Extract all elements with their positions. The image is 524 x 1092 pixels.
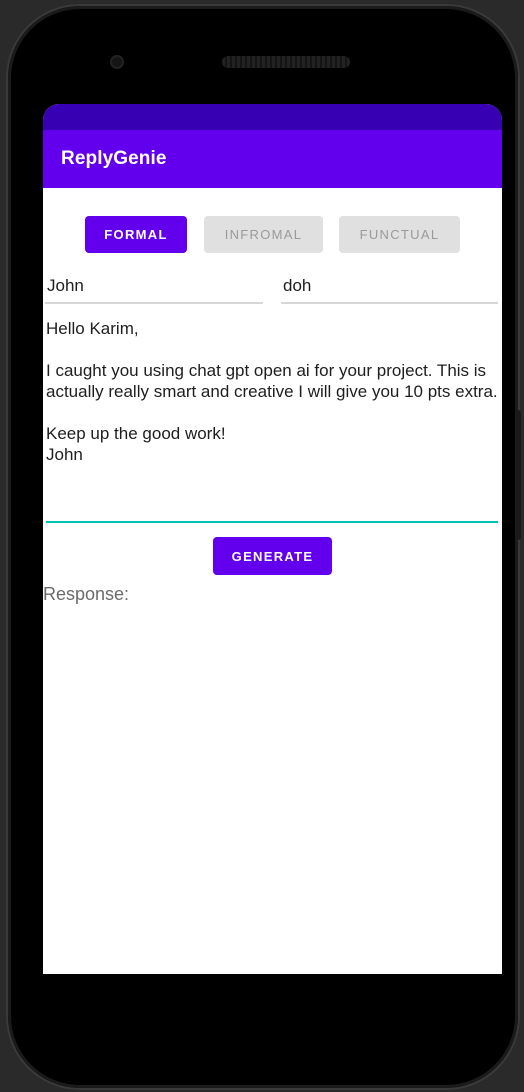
message-signature: John bbox=[46, 445, 83, 464]
phone-frame: ReplyGenie FORMAL INFROMAL FUNCTUAL John… bbox=[8, 6, 518, 1088]
response-label: Response: bbox=[43, 584, 130, 604]
tone-selector: FORMAL INFROMAL FUNCTUAL bbox=[43, 216, 502, 253]
recipient-name-input[interactable]: doh bbox=[281, 274, 498, 304]
formal-button[interactable]: FORMAL bbox=[85, 216, 187, 253]
app-screen: ReplyGenie FORMAL INFROMAL FUNCTUAL John… bbox=[43, 104, 502, 974]
message-greeting: Hello Karim, bbox=[46, 319, 139, 338]
functual-button[interactable]: FUNCTUAL bbox=[339, 216, 460, 253]
message-input[interactable]: Hello Karim, I caught you using chat gpt… bbox=[46, 318, 498, 523]
front-camera bbox=[110, 55, 124, 69]
generate-button[interactable]: GENERATE bbox=[213, 537, 332, 575]
sender-name-input[interactable]: John bbox=[45, 274, 263, 304]
status-bar bbox=[43, 104, 502, 130]
app-title: ReplyGenie bbox=[61, 148, 167, 169]
app-bar: ReplyGenie bbox=[43, 130, 502, 188]
message-body: I caught you using chat gpt open ai for … bbox=[46, 361, 498, 401]
message-closing: Keep up the good work! bbox=[46, 424, 226, 443]
side-button bbox=[515, 410, 521, 540]
earpiece-speaker bbox=[222, 56, 350, 68]
informal-button[interactable]: INFROMAL bbox=[204, 216, 323, 253]
